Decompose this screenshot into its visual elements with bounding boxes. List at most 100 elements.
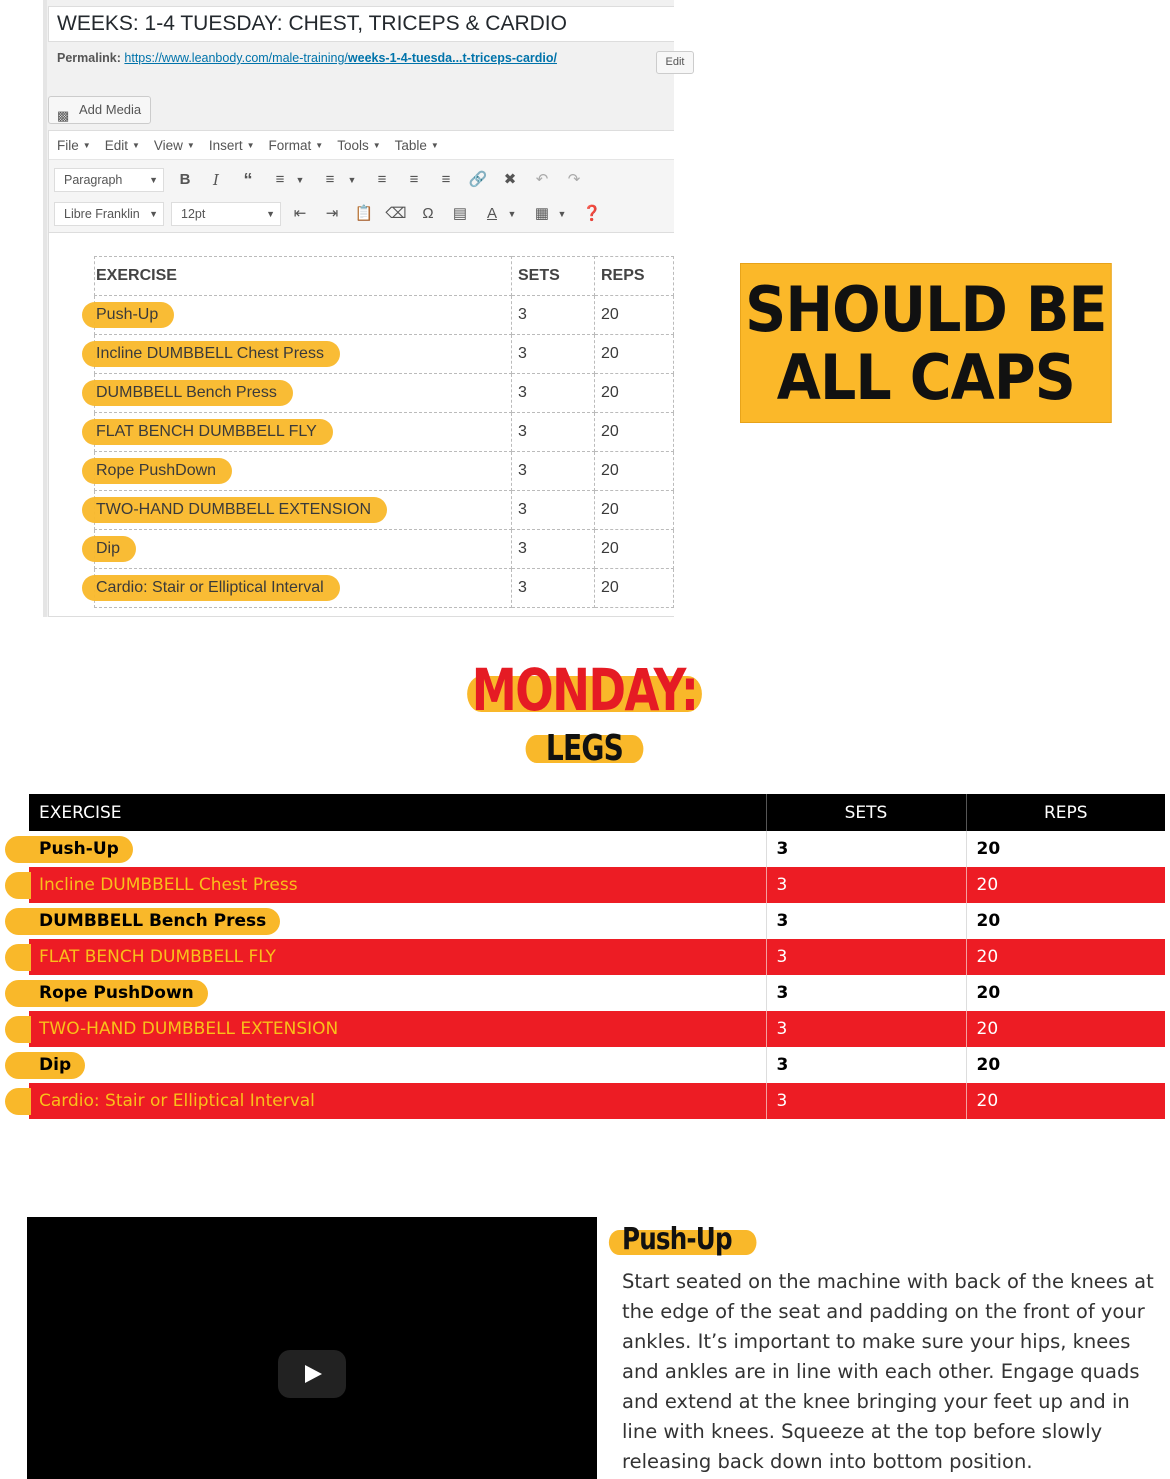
exercise-link[interactable]: Push-Up — [5, 836, 133, 863]
sets-cell: 3 — [765, 867, 966, 903]
exercise-link[interactable]: Incline DUMBBELL Chest Press — [5, 872, 298, 899]
clear-formatting-icon[interactable]: ⌫ — [385, 203, 407, 225]
play-button[interactable] — [278, 1350, 346, 1398]
unlink-icon[interactable]: ✖ — [499, 169, 521, 191]
column-header-sets: SETS — [765, 794, 966, 831]
exercise-cell[interactable]: Dip — [81, 529, 512, 569]
sets-cell[interactable]: 3 — [511, 568, 595, 608]
reps-cell[interactable]: 20 — [594, 334, 674, 374]
italic-icon[interactable]: I — [205, 169, 227, 191]
sets-cell[interactable]: 3 — [511, 451, 595, 491]
reps-cell[interactable]: 20 — [594, 490, 674, 530]
exercise-link[interactable]: FLAT BENCH DUMBBELL FLY — [5, 944, 276, 971]
undo-icon[interactable]: ↶ — [531, 169, 553, 191]
exercise-cell[interactable]: Incline DUMBBELL Chest Press — [82, 334, 512, 374]
exercise-cell[interactable]: Push-Up — [81, 295, 512, 335]
sets-cell[interactable]: 3 — [511, 412, 595, 452]
table-row: Push-Up 3 20 — [5, 831, 1165, 867]
font-family-select[interactable]: Libre Franklin ▼ — [54, 202, 164, 226]
editor-menubar: File ▼ Edit ▼ View ▼ Insert ▼ Format ▼ Tools ▼… — [49, 131, 674, 160]
caret-down-icon: ▼ — [246, 140, 255, 150]
callout-line-1: SHOULD BE — [745, 273, 1107, 346]
align-right-icon[interactable]: ≡ — [435, 169, 457, 191]
exercise-link[interactable]: Cardio: Stair or Elliptical Interval — [5, 1088, 315, 1115]
exercise-cell: TWO-HAND DUMBBELL EXTENSION — [4, 1011, 766, 1047]
exercise-cell[interactable]: Cardio: Stair or Elliptical Interval — [82, 568, 512, 608]
menu-table[interactable]: Table ▼ — [395, 138, 439, 153]
align-left-icon[interactable]: ≡ — [371, 169, 393, 191]
special-character-icon[interactable]: Ω — [417, 203, 439, 225]
caret-down-icon: ▼ — [149, 175, 158, 185]
exercise-cell: Cardio: Stair or Elliptical Interval — [5, 1083, 766, 1119]
table-icon[interactable]: ▦ — [531, 203, 553, 225]
chevron-down-icon[interactable]: ▼ — [289, 169, 311, 191]
table-row: Push-Up 3 20 — [81, 295, 674, 335]
indent-icon[interactable]: ⇥ — [321, 203, 343, 225]
numbered-list-icon[interactable]: ≡ — [319, 169, 341, 191]
exercise-cell[interactable]: TWO-HAND DUMBBELL EXTENSION — [82, 490, 512, 530]
link-icon[interactable]: 🔗 — [467, 169, 489, 191]
table-header-row: EXERCISE SETS REPS — [94, 256, 674, 296]
chevron-down-icon[interactable]: ▼ — [551, 203, 573, 225]
blockquote-icon[interactable]: “ — [237, 169, 259, 191]
exercise-cell[interactable]: DUMBBELL Bench Press — [82, 373, 512, 413]
menu-format-label: Format — [268, 137, 312, 153]
reps-cell[interactable]: 20 — [594, 529, 674, 569]
exercise-title: Push-Up — [608, 1222, 757, 1257]
post-title-input[interactable]: WEEKS: 1-4 TUESDAY: CHEST, TRICEPS & CAR… — [48, 6, 674, 42]
chevron-down-icon[interactable]: ▼ — [501, 203, 523, 225]
reps-cell[interactable]: 20 — [594, 373, 674, 413]
exercise-link[interactable]: TWO-HAND DUMBBELL EXTENSION — [4, 1016, 338, 1043]
exercise-cell: Push-Up — [5, 831, 766, 867]
align-center-icon[interactable]: ≡ — [403, 169, 425, 191]
table-row: FLAT BENCH DUMBBELL FLY 3 20 — [5, 939, 1165, 975]
help-icon[interactable]: ❓ — [581, 203, 603, 225]
reps-cell[interactable]: 20 — [594, 451, 674, 491]
sets-cell[interactable]: 3 — [511, 490, 595, 530]
video-player[interactable] — [27, 1217, 597, 1479]
menu-format[interactable]: Format ▼ — [269, 138, 324, 153]
add-media-button[interactable]: ▩ Add Media — [48, 96, 151, 124]
edit-permalink-button[interactable]: Edit — [656, 51, 694, 74]
sets-cell[interactable]: 3 — [511, 295, 595, 335]
exercise-cell[interactable]: Rope PushDown — [81, 451, 512, 491]
menu-view[interactable]: View ▼ — [154, 138, 195, 153]
editor-exercise-table[interactable]: EXERCISE SETS REPS Push-Up 3 20 Incline DU… — [81, 256, 674, 608]
site-exercise-table: EXERCISE SETS REPS Push-Up 3 20 Incline DU… — [4, 794, 1165, 1119]
exercise-cell[interactable]: FLAT BENCH DUMBBELL FLY — [82, 412, 512, 452]
menu-tools-label: Tools — [337, 137, 369, 153]
outdent-icon[interactable]: ⇤ — [289, 203, 311, 225]
exercise-name: FLAT BENCH DUMBBELL FLY — [82, 419, 333, 445]
reps-cell: 20 — [965, 903, 1165, 939]
bold-icon[interactable]: B — [174, 169, 196, 191]
redo-icon[interactable]: ↷ — [563, 169, 585, 191]
chevron-down-icon[interactable]: ▼ — [341, 169, 363, 191]
exercise-cell: Incline DUMBBELL Chest Press — [5, 867, 766, 903]
paste-text-icon[interactable]: 📋 — [353, 203, 375, 225]
horizontal-line-icon[interactable]: ▤ — [449, 203, 471, 225]
reps-cell[interactable]: 20 — [594, 295, 674, 335]
sets-cell: 3 — [765, 831, 966, 867]
sets-cell[interactable]: 3 — [511, 373, 595, 413]
sets-cell: 3 — [765, 939, 966, 975]
font-size-select[interactable]: 12pt ▼ — [171, 202, 281, 226]
format-select-value: Paragraph — [64, 173, 123, 187]
permalink-link[interactable]: https://www.leanbody.com/male-training/w… — [124, 51, 557, 65]
exercise-link[interactable]: Dip — [4, 1052, 86, 1079]
sets-cell[interactable]: 3 — [511, 334, 595, 374]
reps-cell[interactable]: 20 — [594, 412, 674, 452]
text-color-icon[interactable]: A — [481, 203, 503, 225]
menu-file[interactable]: File ▼ — [57, 138, 91, 153]
format-select[interactable]: Paragraph ▼ — [54, 168, 164, 192]
table-row: Rope PushDown 3 20 — [5, 975, 1165, 1011]
reps-cell[interactable]: 20 — [594, 568, 674, 608]
menu-edit[interactable]: Edit ▼ — [105, 138, 140, 153]
bullet-list-icon[interactable]: ≡ — [269, 169, 291, 191]
menu-tools[interactable]: Tools ▼ — [337, 138, 380, 153]
exercise-link[interactable]: Rope PushDown — [5, 980, 208, 1007]
menu-insert[interactable]: Insert ▼ — [209, 138, 255, 153]
exercise-link[interactable]: DUMBBELL Bench Press — [4, 908, 281, 935]
column-header-sets: SETS — [511, 256, 595, 296]
sets-cell[interactable]: 3 — [511, 529, 595, 569]
menu-view-label: View — [153, 137, 183, 153]
